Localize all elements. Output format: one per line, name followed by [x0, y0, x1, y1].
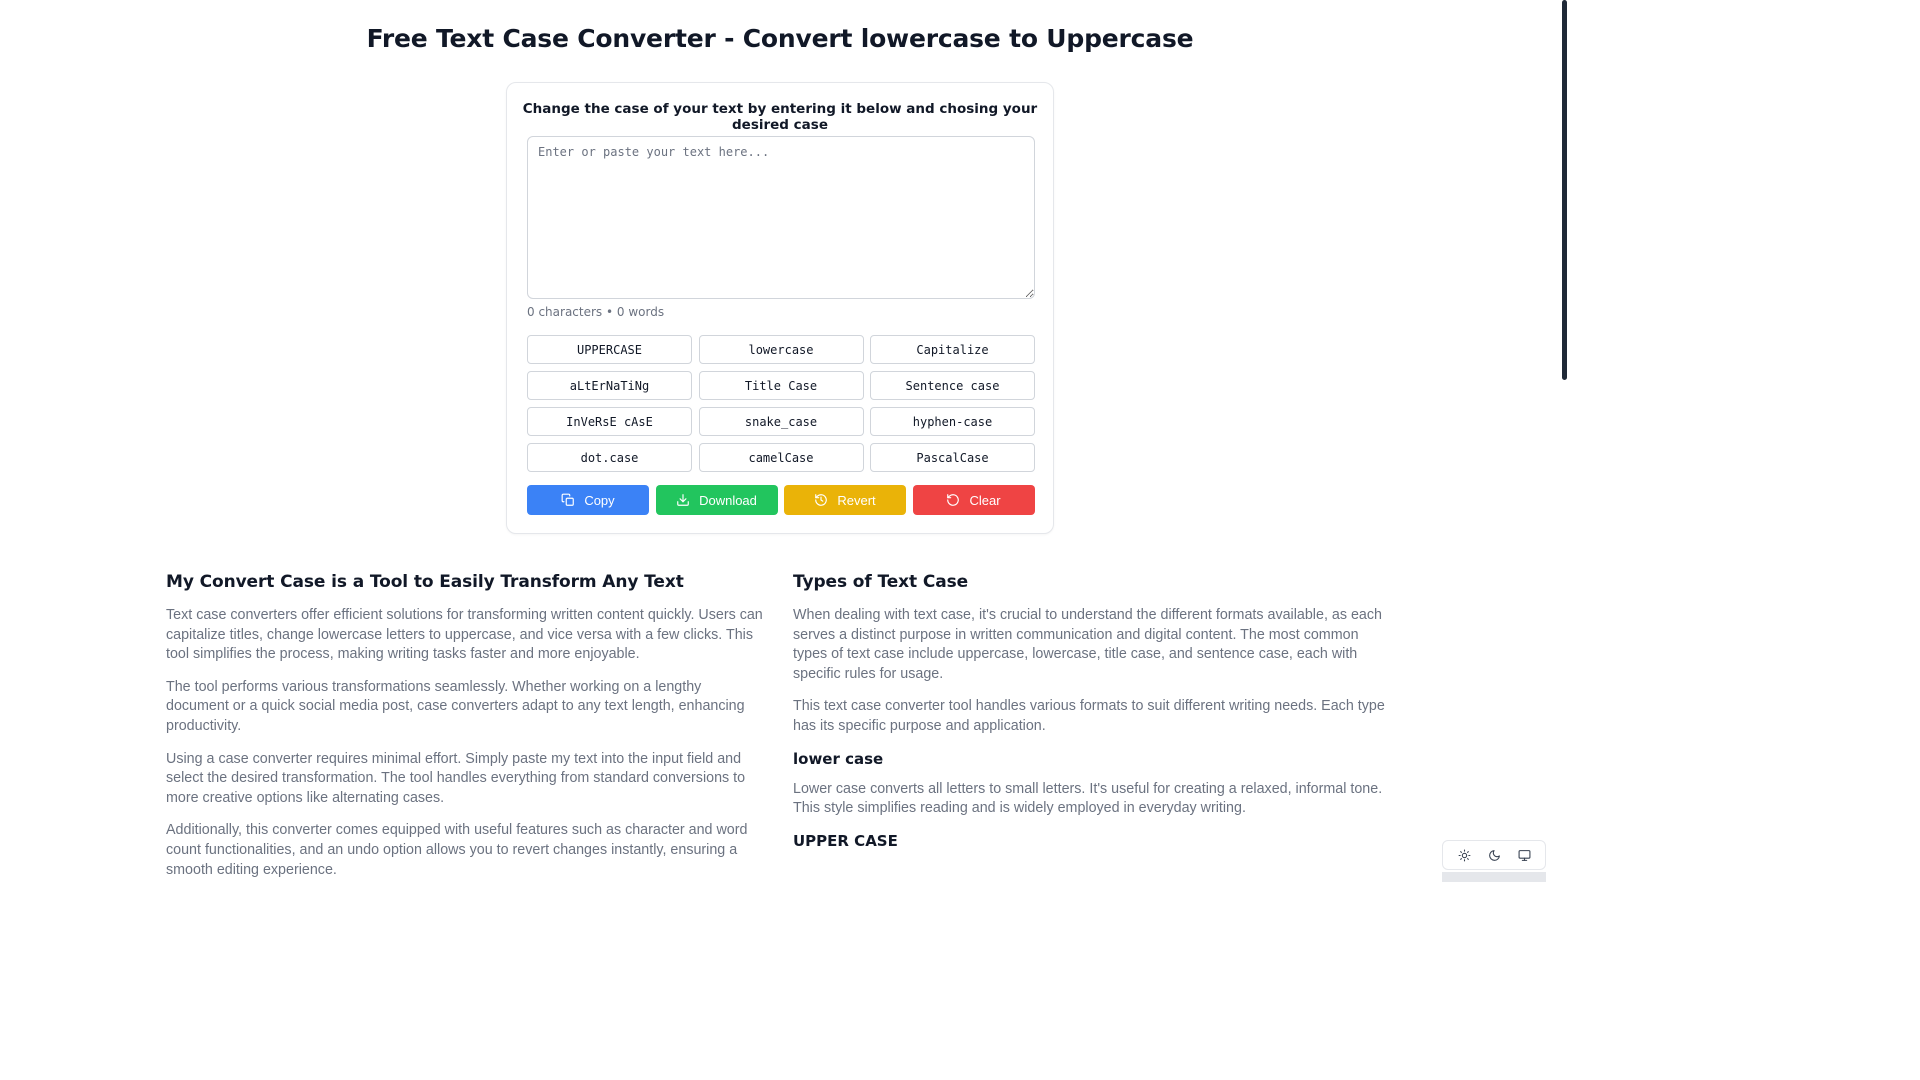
title-case-button[interactable]: Title Case — [698, 371, 864, 400]
converter-subtitle: Change the case of your text by entering… — [522, 101, 1038, 133]
dark-theme-button[interactable] — [1483, 844, 1505, 866]
download-icon — [677, 494, 689, 506]
history-icon — [815, 494, 828, 506]
lower-case-heading: lower case — [793, 749, 884, 768]
monitor-icon — [1518, 849, 1530, 861]
snake-case-button[interactable]: snake_case — [698, 407, 864, 436]
download-button[interactable]: Download — [655, 485, 778, 515]
revert-button[interactable]: Revert — [784, 485, 906, 515]
copy-label: Copy — [584, 492, 615, 508]
theme-switcher — [1442, 840, 1546, 870]
lowercase-button[interactable]: lowercase — [698, 335, 864, 364]
capitalize-button[interactable]: Capitalize — [870, 335, 1035, 364]
types-paragraph: This text case converter tool handles va… — [793, 698, 1385, 734]
dot-case-button[interactable]: dot.case — [527, 443, 692, 472]
action-buttons: Copy Download Revert Clear — [527, 485, 1035, 515]
scrollbar[interactable] — [1560, 0, 1568, 882]
revert-label: Revert — [837, 492, 876, 508]
inverse-case-button[interactable]: InVeRsE cAsE — [527, 407, 692, 436]
alternating-case-button[interactable]: aLtErNaTiNg — [527, 371, 692, 400]
download-label: Download — [699, 492, 757, 508]
moon-icon — [1488, 849, 1500, 861]
upper-case-heading: UPPER CASE — [793, 831, 898, 850]
tool-description-paragraph: Using a case converter requires minimal … — [166, 750, 746, 806]
rotate-ccw-icon — [947, 494, 960, 506]
hyphen-case-button[interactable]: hyphen-case — [870, 407, 1035, 436]
sentence-case-button[interactable]: Sentence case — [870, 371, 1035, 400]
tool-description-paragraph: Additionally, this converter comes equip… — [166, 822, 748, 878]
types-paragraph: When dealing with text case, it's crucia… — [793, 607, 1382, 682]
scrollbar-thumb[interactable] — [1562, 0, 1567, 380]
copy-button[interactable]: Copy — [527, 485, 649, 515]
case-button-grid: UPPERCASE lowercase Capitalize aLtErNaTi… — [527, 335, 1035, 472]
bottom-strip — [1442, 872, 1546, 882]
tool-description-paragraph: The tool performs various transformation… — [166, 678, 745, 734]
tool-description-heading: My Convert Case is a Tool to Easily Tran… — [166, 572, 684, 592]
tool-description-paragraph: Text case converters offer efficient sol… — [166, 607, 763, 663]
sun-icon — [1458, 849, 1470, 861]
character-word-count: 0 characters • 0 words — [527, 305, 665, 319]
pascal-case-button[interactable]: PascalCase — [870, 443, 1035, 472]
lower-case-paragraph: Lower case converts all letters to small… — [793, 780, 1383, 817]
light-theme-button[interactable] — [1453, 844, 1475, 866]
system-theme-button[interactable] — [1513, 844, 1535, 866]
types-heading: Types of Text Case — [793, 572, 969, 592]
text-input[interactable] — [527, 136, 1035, 299]
page-title: Free Text Case Converter - Convert lower… — [366, 24, 1194, 53]
uppercase-button[interactable]: UPPERCASE — [527, 335, 692, 364]
types-of-text-case-section: Types of Text Case When dealing with tex… — [793, 572, 1393, 862]
clear-button[interactable]: Clear — [912, 485, 1035, 515]
converter-card: Change the case of your text by entering… — [506, 82, 1054, 534]
clear-label: Clear — [969, 492, 1001, 508]
tool-description-section: My Convert Case is a Tool to Easily Tran… — [166, 572, 766, 893]
copy-icon — [561, 493, 575, 506]
camel-case-button[interactable]: camelCase — [698, 443, 864, 472]
